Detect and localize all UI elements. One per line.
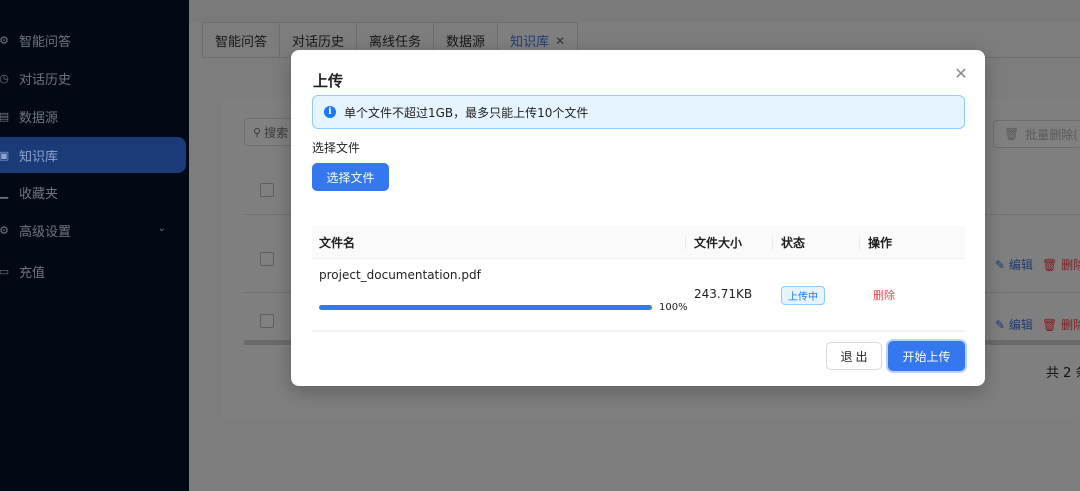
edit-icon: ✎: [995, 318, 1009, 332]
col-header-size: 文件大小: [694, 236, 743, 250]
tab-label: 智能问答: [215, 35, 268, 50]
row-delete-link[interactable]: 🗑 删除: [1042, 316, 1080, 333]
edit-label: 编辑: [1008, 258, 1033, 272]
search-placeholder: 搜索: [264, 125, 289, 140]
sidebar: ⚙ 智能问答 ◷ 对话历史 ▤ 数据源 ▣ 知识库 ▁ 收藏夹 ⚙ 高级设置 ⌄…: [0, 0, 189, 491]
choose-file-label: 选择文件: [312, 141, 361, 155]
database-icon: ▤: [0, 109, 10, 123]
col-header-name: 文件名: [319, 236, 356, 250]
sidebar-item-advanced-settings[interactable]: ⚙ 高级设置 ⌄: [0, 212, 186, 248]
row-edit-link[interactable]: ✎ 编辑: [995, 316, 1033, 333]
trash-icon: 🗑: [1042, 258, 1062, 272]
info-alert-text: 单个文件不超过1GB，最多只能上传10个文件: [344, 105, 589, 120]
sidebar-item-datasource[interactable]: ▤ 数据源: [0, 98, 186, 134]
row-checkbox[interactable]: [260, 252, 274, 266]
info-alert: i 单个文件不超过1GB，最多只能上传10个文件: [312, 95, 965, 129]
edit-label: 编辑: [1008, 318, 1033, 332]
modal-title: 上传: [313, 72, 344, 90]
top-bar: [189, 0, 1080, 22]
sidebar-item-label: 数据源: [19, 110, 59, 126]
tab-label: 知识库: [510, 35, 550, 50]
batch-delete-label: 批量删除(: [1025, 127, 1078, 142]
sidebar-item-knowledge-base[interactable]: ▣ 知识库: [0, 137, 186, 173]
tab-label: 离线任务: [369, 35, 422, 50]
col-divider: [859, 235, 860, 250]
delete-label: 删除: [1061, 258, 1080, 272]
col-header-action: 操作: [868, 236, 893, 250]
info-icon: i: [324, 106, 336, 118]
search-icon: ⚲: [253, 125, 262, 139]
select-all-checkbox[interactable]: [260, 183, 274, 197]
row-edit-link[interactable]: ✎ 编辑: [995, 256, 1033, 273]
status-badge: 上传中: [781, 286, 825, 305]
edit-icon: ✎: [995, 258, 1009, 272]
exit-button[interactable]: 退出: [826, 342, 882, 370]
trash-icon: 🗑: [1004, 127, 1020, 141]
tab-close-icon[interactable]: ✕: [555, 34, 565, 48]
delete-file-link[interactable]: 删除: [873, 287, 895, 303]
gear-icon: ⚙: [0, 33, 9, 47]
sidebar-item-chat-history[interactable]: ◷ 对话历史: [0, 60, 186, 96]
tab-label: 数据源: [446, 35, 486, 50]
tab-smart-qa[interactable]: 智能问答: [202, 22, 281, 58]
tab-label: 对话历史: [292, 35, 345, 50]
footer-divider: [312, 331, 965, 332]
sidebar-item-label: 知识库: [19, 149, 59, 165]
upload-progress-bar: [319, 305, 652, 310]
upload-progress-text: 100%: [659, 302, 688, 313]
table-row: project_documentation.pdf 100% 243.71KB …: [312, 259, 965, 331]
file-name: project_documentation.pdf: [319, 268, 481, 282]
upload-modal: 上传 ✕ i 单个文件不超过1GB，最多只能上传10个文件 选择文件 选择文件 …: [291, 50, 985, 386]
col-divider: [772, 235, 773, 250]
sidebar-item-smart-qa[interactable]: ⚙ 智能问答: [0, 22, 186, 58]
sidebar-item-label: 高级设置: [19, 224, 72, 240]
col-header-status: 状态: [781, 236, 806, 250]
history-icon: ◷: [0, 71, 9, 85]
delete-label: 删除: [1061, 318, 1080, 332]
batch-delete-button[interactable]: 🗑 批量删除(: [993, 120, 1080, 148]
row-delete-link[interactable]: 🗑 删除: [1042, 256, 1080, 273]
star-icon: ▁: [0, 185, 9, 199]
settings-icon: ⚙: [0, 223, 9, 237]
row-checkbox[interactable]: [260, 314, 274, 328]
col-divider: [685, 235, 686, 250]
sidebar-item-label: 对话历史: [19, 72, 72, 88]
sidebar-item-recharge[interactable]: ▭ 充值: [0, 253, 186, 289]
start-upload-button[interactable]: 开始上传: [888, 341, 965, 371]
book-icon: ▣: [0, 148, 10, 162]
sidebar-item-label: 充值: [19, 265, 46, 281]
file-table-header: 文件名 文件大小 状态 操作: [312, 226, 965, 259]
card-icon: ▭: [0, 264, 10, 278]
trash-icon: 🗑: [1042, 318, 1062, 332]
upload-progress-fill: [319, 305, 652, 310]
pagination-total: 共 2 条: [1046, 366, 1080, 381]
chevron-down-icon: ⌄: [157, 223, 166, 234]
choose-file-button[interactable]: 选择文件: [312, 163, 389, 191]
sidebar-item-favorites[interactable]: ▁ 收藏夹: [0, 174, 186, 210]
sidebar-item-label: 智能问答: [19, 34, 72, 50]
close-icon[interactable]: ✕: [953, 66, 969, 82]
sidebar-item-label: 收藏夹: [19, 186, 59, 202]
file-size: 243.71KB: [694, 287, 753, 301]
